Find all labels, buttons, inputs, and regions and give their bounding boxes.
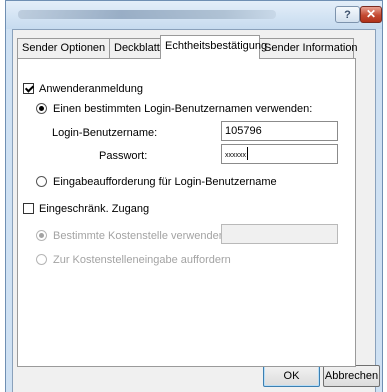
prompt-username-label: Eingabeaufforderung für Login-Benutzerna… [53,176,277,188]
user-login-checkbox[interactable]: Anwenderanmeldung [23,83,143,96]
password-mask: xxxxxx [225,152,246,159]
dialog-window: ? ✕ Sender Optionen Deckblatt Echtheitsb… [5,0,383,392]
close-button[interactable]: ✕ [360,6,382,23]
user-login-label: Anwenderanmeldung [39,83,143,95]
tab-sender-optionen[interactable]: Sender Optionen [17,38,110,58]
cancel-button[interactable]: Abbrechen [323,365,380,387]
restricted-access-label: Eingeschränk. Zugang [39,203,150,215]
title-bar[interactable]: ? ✕ [6,1,382,29]
radio-selected-disabled-icon [36,230,47,241]
password-label: Passwort: [99,150,148,162]
prompt-account-radio: Zur Kostenstelleneingabe auffordern [36,254,231,267]
account-field [221,224,338,244]
tab-sender-information[interactable]: Sender Information [259,38,358,58]
account-radio-label: Bestimmte Kostenstelle verwenden: [53,230,228,242]
window-title-blurred [18,10,276,19]
prompt-account-label: Zur Kostenstelleneingabe auffordern [53,254,231,266]
radio-selected-icon[interactable] [36,103,47,114]
restricted-access-checkbox[interactable]: Eingeschränk. Zugang [23,203,149,216]
password-field[interactable]: xxxxxx [221,144,338,164]
prompt-username-radio[interactable]: Eingabeaufforderung für Login-Benutzerna… [36,176,277,189]
specific-username-label: Einen bestimmten Login-Benutzernamen ver… [53,103,313,115]
username-label: Login-Benutzername: [52,127,158,139]
dialog-client-area: Sender Optionen Deckblatt Echtheitsbestä… [12,29,376,392]
checkbox-unchecked-icon[interactable] [23,203,34,214]
radio-unselected-icon[interactable] [36,176,47,187]
checkbox-checked-icon[interactable] [23,83,34,94]
ok-button[interactable]: OK [263,365,320,387]
specific-username-radio[interactable]: Einen bestimmten Login-Benutzernamen ver… [36,103,312,116]
tab-panel-echtheitsbestaetigung: Anwenderanmeldung Einen bestimmten Login… [17,58,356,367]
tab-deckblatt[interactable]: Deckblatt [109,38,161,58]
radio-unselected-disabled-icon [36,254,47,265]
account-radio: Bestimmte Kostenstelle verwenden: [36,230,228,243]
tab-echtheitsbestaetigung[interactable]: Echtheitsbestätigung [160,35,267,59]
help-button[interactable]: ? [335,6,360,23]
text-caret [247,147,248,160]
username-field[interactable]: 105796 [221,121,338,141]
